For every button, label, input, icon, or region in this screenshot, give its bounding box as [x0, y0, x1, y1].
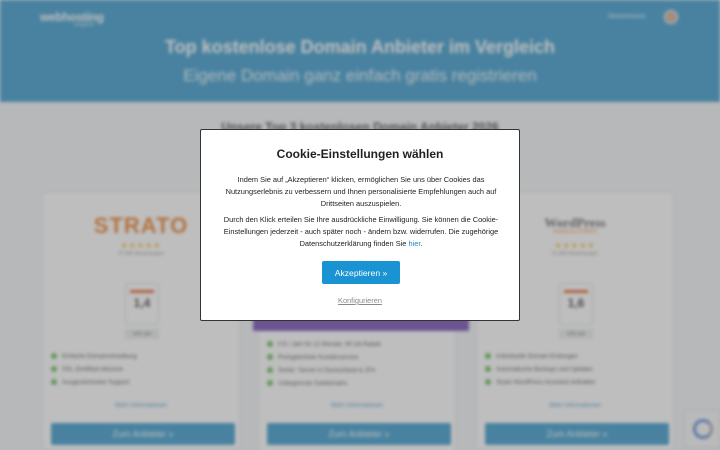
consent-details-text: Durch den Klick erteilen Sie Ihre ausdrü…: [223, 215, 499, 248]
dialog-title: Cookie-Einstellungen wählen: [276, 147, 444, 161]
privacy-policy-link[interactable]: hier: [408, 239, 420, 248]
consent-details: Durch den Klick erteilen Sie Ihre ausdrü…: [223, 215, 499, 248]
configure-link[interactable]: Konfigurieren: [201, 296, 519, 305]
accept-button[interactable]: Akzeptieren »: [322, 261, 400, 284]
consent-text: Indem Sie auf „Akzeptieren“ klicken, erm…: [225, 175, 497, 208]
cookie-consent-dialog: Cookie-Einstellungen wählen Indem Sie au…: [200, 129, 520, 321]
